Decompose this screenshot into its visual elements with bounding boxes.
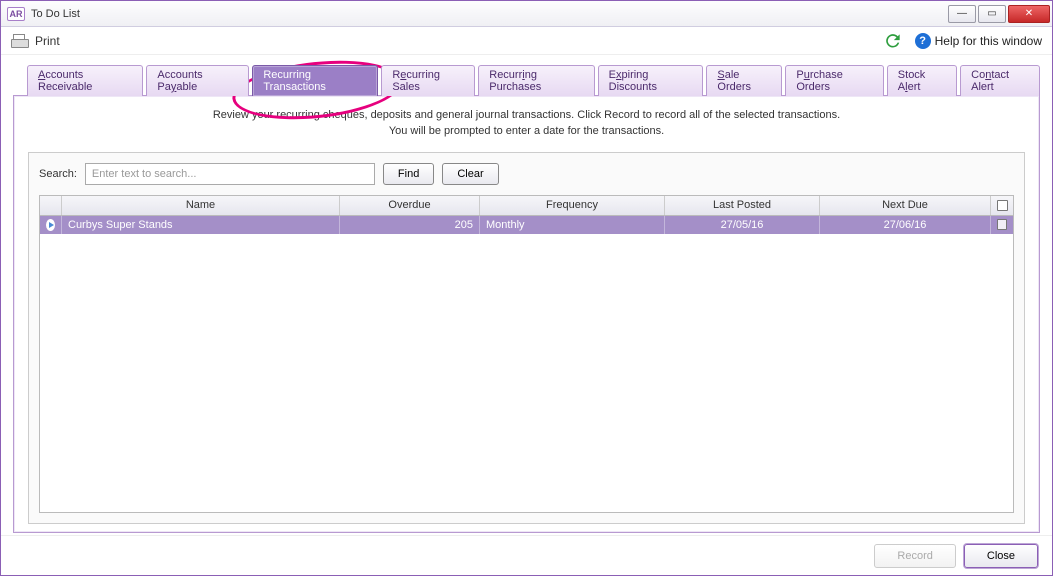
col-header-name[interactable]: Name <box>62 196 340 215</box>
row-frequency: Monthly <box>480 216 665 234</box>
tab-accounts-receivable[interactable]: Accounts Receivable <box>27 65 143 96</box>
instructions-line-2: You will be prompted to enter a date for… <box>28 124 1025 140</box>
tab-expiring-discounts[interactable]: Expiring Discounts <box>598 65 704 96</box>
tab-stock-alert[interactable]: Stock Alert <box>887 65 957 96</box>
tab-recurring-purchases[interactable]: Recurring Purchases <box>478 65 594 96</box>
print-icon[interactable] <box>11 34 29 48</box>
table-row[interactable]: Curbys Super Stands 205 Monthly 27/05/16… <box>40 216 1013 234</box>
search-input[interactable] <box>85 163 375 185</box>
tab-contact-alert[interactable]: Contact Alert <box>960 65 1040 96</box>
transactions-table: Name Overdue Frequency Last Posted Next … <box>39 195 1014 513</box>
record-button[interactable]: Record <box>874 544 955 568</box>
tab-accounts-payable[interactable]: Accounts Payable <box>146 65 249 96</box>
inner-panel: Search: Find Clear Name Overdue Frequenc… <box>28 152 1025 524</box>
refresh-icon[interactable] <box>883 31 903 51</box>
search-row: Search: Find Clear <box>39 163 1014 185</box>
help-icon[interactable]: ? <box>915 33 931 49</box>
row-last-posted: 27/05/16 <box>665 216 820 234</box>
col-header-frequency[interactable]: Frequency <box>480 196 665 215</box>
row-action-icon[interactable] <box>40 216 62 234</box>
tab-recurring-transactions[interactable]: Recurring Transactions <box>252 65 378 96</box>
col-header-overdue[interactable]: Overdue <box>340 196 480 215</box>
tab-recurring-sales[interactable]: Recurring Sales <box>381 65 475 96</box>
tab-bar: Accounts Receivable Accounts Payable Rec… <box>13 65 1040 96</box>
content-area: Accounts Receivable Accounts Payable Rec… <box>1 55 1052 535</box>
col-header-next-due[interactable]: Next Due <box>820 196 991 215</box>
window-title: To Do List <box>31 8 80 20</box>
row-select[interactable] <box>991 216 1013 234</box>
footer-bar: Record Close <box>1 535 1052 575</box>
clear-button[interactable]: Clear <box>442 163 498 185</box>
help-link[interactable]: Help for this window <box>935 34 1042 48</box>
find-button[interactable]: Find <box>383 163 434 185</box>
col-header-last-posted[interactable]: Last Posted <box>665 196 820 215</box>
window-frame: AR To Do List — ▭ ✕ Print ? Help for thi… <box>0 0 1053 576</box>
col-header-action <box>40 196 62 215</box>
col-header-select-all[interactable] <box>991 196 1013 215</box>
arrow-right-icon <box>46 219 55 231</box>
table-empty-area <box>40 234 1013 512</box>
row-name: Curbys Super Stands <box>62 216 340 234</box>
row-checkbox[interactable] <box>997 219 1007 230</box>
close-window-button[interactable]: ✕ <box>1008 5 1050 23</box>
instructions-text: Review your recurring cheques, deposits … <box>28 108 1025 140</box>
app-badge: AR <box>7 7 25 21</box>
table-header: Name Overdue Frequency Last Posted Next … <box>40 196 1013 216</box>
instructions-line-1: Review your recurring cheques, deposits … <box>28 108 1025 124</box>
close-button[interactable]: Close <box>964 544 1038 568</box>
print-button[interactable]: Print <box>35 34 60 48</box>
maximize-button[interactable]: ▭ <box>978 5 1006 23</box>
tab-sale-orders[interactable]: Sale Orders <box>706 65 782 96</box>
search-label: Search: <box>39 168 77 180</box>
row-next-due: 27/06/16 <box>820 216 991 234</box>
toolbar: Print ? Help for this window <box>1 27 1052 55</box>
tab-panel: Review your recurring cheques, deposits … <box>13 95 1040 533</box>
titlebar[interactable]: AR To Do List — ▭ ✕ <box>1 1 1052 27</box>
row-overdue: 205 <box>340 216 480 234</box>
tab-purchase-orders[interactable]: Purchase Orders <box>785 65 883 96</box>
select-all-checkbox[interactable] <box>997 200 1008 211</box>
minimize-button[interactable]: — <box>948 5 976 23</box>
